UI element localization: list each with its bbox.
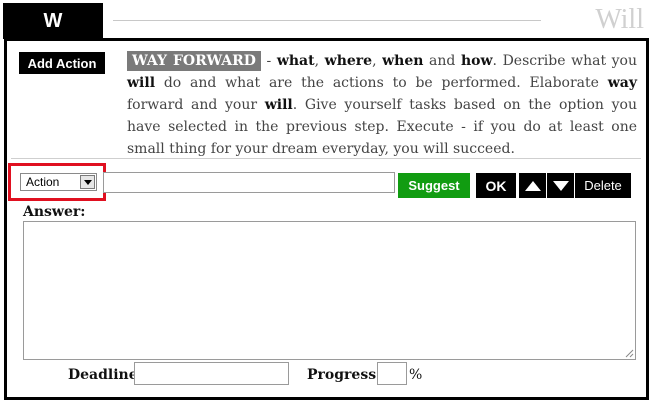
- add-action-button[interactable]: Add Action: [19, 52, 105, 74]
- dropdown-arrow-icon[interactable]: [80, 175, 95, 189]
- triangle-up-icon: [524, 180, 541, 191]
- instructions-text: WAY FORWARD - what, where, when and how.…: [127, 51, 638, 157]
- progress-label: Progress:: [307, 367, 382, 383]
- delete-button[interactable]: Delete: [575, 173, 631, 198]
- header-divider: [113, 20, 541, 21]
- action-type-value: Action: [26, 175, 60, 189]
- suggest-button[interactable]: Suggest: [398, 173, 470, 198]
- section-divider: [11, 158, 641, 159]
- answer-textarea[interactable]: [23, 221, 636, 360]
- action-panel: Add Action WAY FORWARD - what, where, wh…: [4, 38, 649, 400]
- deadline-label: Deadline:: [68, 367, 143, 383]
- move-up-button[interactable]: [519, 173, 546, 198]
- resize-handle-icon[interactable]: [625, 349, 634, 358]
- progress-input[interactable]: [377, 362, 407, 385]
- move-down-button[interactable]: [547, 173, 574, 198]
- triangle-down-icon: [552, 180, 569, 191]
- action-type-select[interactable]: Action: [20, 173, 97, 191]
- percent-sign: %: [409, 367, 423, 383]
- way-forward-badge: WAY FORWARD: [127, 51, 261, 71]
- step-tab-label: W: [43, 9, 63, 32]
- deadline-input[interactable]: [134, 362, 289, 385]
- action-text-input[interactable]: [103, 172, 395, 193]
- ok-button[interactable]: OK: [476, 173, 516, 198]
- step-title: Will: [595, 4, 644, 35]
- step-tab[interactable]: W: [3, 3, 103, 39]
- answer-label: Answer:: [23, 204, 86, 220]
